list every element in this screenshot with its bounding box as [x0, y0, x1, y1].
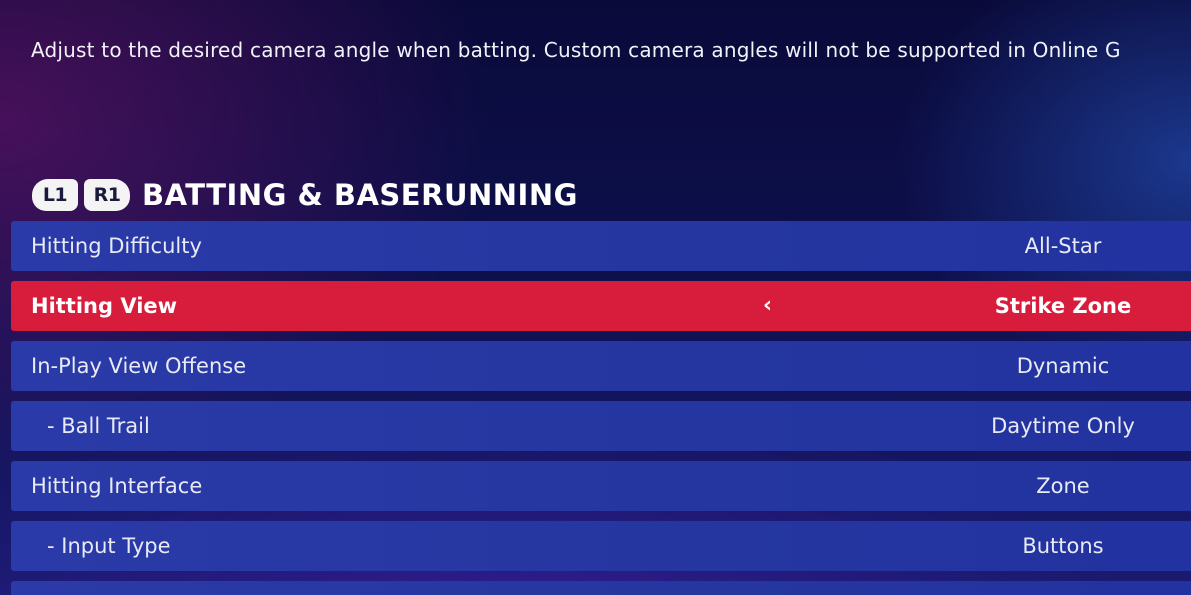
- setting-row-hitting-difficulty[interactable]: Hitting Difficulty All-Star: [11, 221, 1191, 271]
- setting-value: Buttons: [1022, 534, 1104, 558]
- setting-label: Hitting View: [31, 294, 178, 318]
- r1-bumper-icon[interactable]: R1: [84, 179, 130, 211]
- setting-label: - Ball Trail: [47, 414, 150, 438]
- section-title: BATTING & BASERUNNING: [142, 178, 578, 212]
- setting-label: Hitting Difficulty: [31, 234, 202, 258]
- setting-label: - Input Type: [47, 534, 171, 558]
- setting-description: Adjust to the desired camera angle when …: [31, 38, 1121, 62]
- chevron-left-icon[interactable]: ‹: [763, 281, 772, 331]
- setting-label: In-Play View Offense: [31, 354, 247, 378]
- setting-label: Hitting Interface: [31, 474, 203, 498]
- setting-value: Daytime Only: [991, 414, 1135, 438]
- setting-value: Strike Zone: [994, 294, 1132, 318]
- l1-bumper-icon[interactable]: L1: [32, 179, 78, 211]
- setting-row-ball-trail[interactable]: - Ball Trail Daytime Only: [11, 401, 1191, 451]
- setting-row-partial[interactable]: [11, 581, 1191, 595]
- setting-value: Dynamic: [1016, 354, 1110, 378]
- setting-row-in-play-view-offense[interactable]: In-Play View Offense Dynamic: [11, 341, 1191, 391]
- setting-value: All-Star: [1024, 234, 1102, 258]
- settings-list: Hitting Difficulty All-Star Hitting View…: [11, 221, 1191, 595]
- setting-row-hitting-interface[interactable]: Hitting Interface Zone: [11, 461, 1191, 511]
- setting-value: Zone: [1036, 474, 1090, 498]
- setting-row-hitting-view[interactable]: Hitting View ‹ Strike Zone: [11, 281, 1191, 331]
- section-header: L1 R1 BATTING & BASERUNNING: [32, 176, 578, 214]
- setting-row-input-type[interactable]: - Input Type Buttons: [11, 521, 1191, 571]
